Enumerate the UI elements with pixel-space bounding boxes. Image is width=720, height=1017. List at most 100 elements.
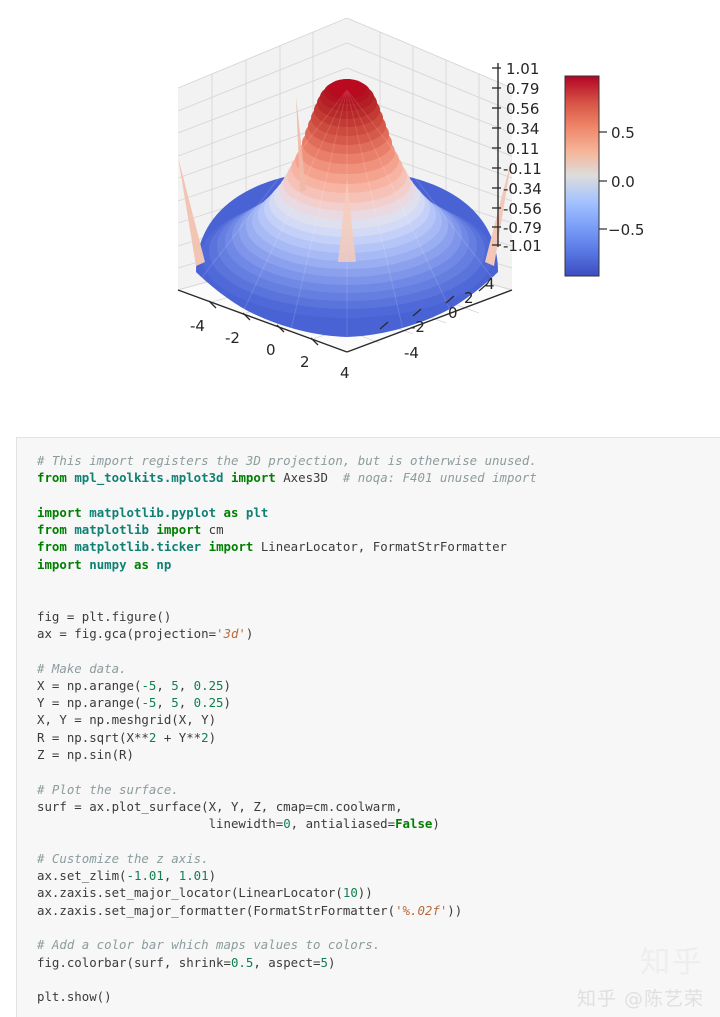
code-token: surf = ax.plot_surface(X, Y, Z, cmap=cm.… — [37, 798, 403, 814]
y-tick-label: -2 — [410, 318, 425, 336]
code-token: -1.01 — [126, 868, 164, 884]
code-token: 0.25 — [193, 695, 224, 711]
code-token: 10 — [342, 885, 358, 901]
code-token: # This import registers the 3D projectio… — [37, 453, 537, 468]
code-token: # Plot the surface. — [37, 781, 179, 797]
code-token: '%.02f' — [395, 902, 448, 918]
code-token: fig = plt.figure() — [37, 608, 172, 624]
y-tick-label: 2 — [464, 289, 474, 307]
code-token: cm — [201, 522, 224, 538]
y-tick-label: 0 — [448, 304, 458, 322]
code-token: import — [230, 470, 276, 486]
colorbar: 0.5 0.0 −0.5 — [564, 75, 644, 277]
z-tick-label: 1.01 — [506, 60, 539, 78]
code-token: numpy — [89, 556, 127, 572]
code-token: import — [156, 522, 202, 538]
code-token: ax.set_zlim( — [37, 868, 127, 884]
code-token: , — [156, 695, 172, 711]
z-tick-label: 0.79 — [506, 80, 539, 98]
code-token: Axes3D — [275, 470, 343, 486]
code-token: plt — [245, 504, 269, 520]
code-token: import — [37, 504, 82, 520]
matplotlib-figure: 1.01 0.79 0.56 0.34 0.11 -0.11 -0.34 -0.… — [0, 0, 720, 420]
code-token: )) — [357, 885, 373, 901]
code-token: '3d' — [216, 625, 246, 641]
code-token: fig.colorbar(surf, shrink= — [37, 954, 231, 970]
code-token: , aspect= — [253, 954, 321, 970]
code-token: , antialiased= — [290, 816, 396, 832]
z-tick-label: -0.79 — [503, 219, 542, 237]
code-token: ax.zaxis.set_major_locator(LinearLocator… — [37, 885, 343, 901]
code-token: , — [163, 868, 179, 884]
colorbar-tick-label: −0.5 — [608, 221, 644, 239]
code-token: matplotlib.pyplot — [89, 504, 217, 520]
code-token: LinearLocator, FormatStrFormatter — [253, 539, 508, 555]
code-token: import — [208, 539, 254, 555]
code-token: Y = np.arange( — [37, 695, 142, 711]
code-token: # Customize the z axis. — [37, 850, 209, 866]
z-tick-label: 0.56 — [506, 100, 539, 118]
code-token: from — [37, 470, 67, 486]
code-token: ) — [223, 677, 231, 693]
colorbar-tick-label: 0.5 — [611, 124, 635, 142]
code-token: 1.01 — [178, 868, 209, 884]
code-token: np — [156, 556, 172, 572]
colorbar-tick-label: 0.0 — [611, 173, 635, 191]
z-tick-label: -0.11 — [503, 160, 542, 178]
z-tick-label: -1.01 — [503, 237, 542, 255]
code-token: 0.5 — [230, 954, 254, 970]
code-block[interactable]: # This import registers the 3D projectio… — [16, 437, 720, 1017]
x-tick-label: -2 — [225, 329, 240, 347]
code-token: import — [37, 556, 82, 572]
code-token: , — [156, 677, 172, 693]
code-token: )) — [447, 902, 463, 918]
surface-plot-svg: 1.01 0.79 0.56 0.34 0.11 -0.11 -0.34 -0.… — [177, 17, 644, 382]
code-token: Z = np.sin(R) — [37, 747, 134, 763]
code-token: + Y** — [156, 729, 202, 745]
code-token: ) — [245, 625, 254, 641]
code-token: from — [37, 539, 67, 555]
code-token: ) — [432, 816, 440, 832]
code-token: 5 — [171, 677, 179, 693]
y-tick-label: -4 — [404, 344, 419, 362]
code-token: matplotlib.ticker — [74, 539, 202, 555]
x-tick-label: -4 — [190, 317, 205, 335]
z-tick-label: -0.56 — [503, 200, 542, 218]
code-token: ax.zaxis.set_major_formatter(FormatStrFo… — [37, 902, 396, 918]
code-token: , — [178, 677, 194, 693]
code-token: ) — [208, 868, 217, 884]
x-tick-label: 4 — [340, 364, 350, 382]
code-token: ) — [223, 695, 231, 711]
code-token: 5 — [320, 954, 328, 970]
code-token: X, Y = np.meshgrid(X, Y) — [37, 712, 217, 728]
code-token: , — [178, 695, 194, 711]
python-source-code[interactable]: # This import registers the 3D projectio… — [37, 452, 720, 1006]
code-token: # Add a color bar which maps values to c… — [37, 937, 381, 953]
x-tick-label: 2 — [300, 353, 310, 371]
y-tick-label: 4 — [485, 275, 495, 293]
zhihu-logo-watermark: 知乎 — [640, 945, 704, 980]
code-token: 2 — [201, 729, 209, 745]
code-token: ) — [327, 954, 336, 970]
x-tick-label: 0 — [266, 341, 276, 359]
code-token: linewidth= — [37, 816, 284, 832]
z-tick-label: 0.11 — [506, 140, 539, 158]
code-token: as — [223, 504, 239, 520]
z-tick-label: -0.34 — [503, 180, 542, 198]
code-token: R = np.sqrt(X** — [37, 729, 149, 745]
code-token: 0.25 — [193, 677, 224, 693]
code-token: ) — [208, 729, 217, 745]
code-token: # Make data. — [37, 660, 127, 676]
code-token: X = np.arange( — [37, 677, 142, 693]
code-token: # noqa: F401 unused import — [342, 470, 537, 486]
code-token: 0 — [283, 816, 291, 832]
colorbar-gradient — [564, 75, 600, 277]
code-token: False — [395, 816, 433, 832]
code-token: plt.show() — [37, 989, 112, 1005]
zhihu-author-watermark: 知乎 @陈艺荣 — [576, 988, 704, 1010]
